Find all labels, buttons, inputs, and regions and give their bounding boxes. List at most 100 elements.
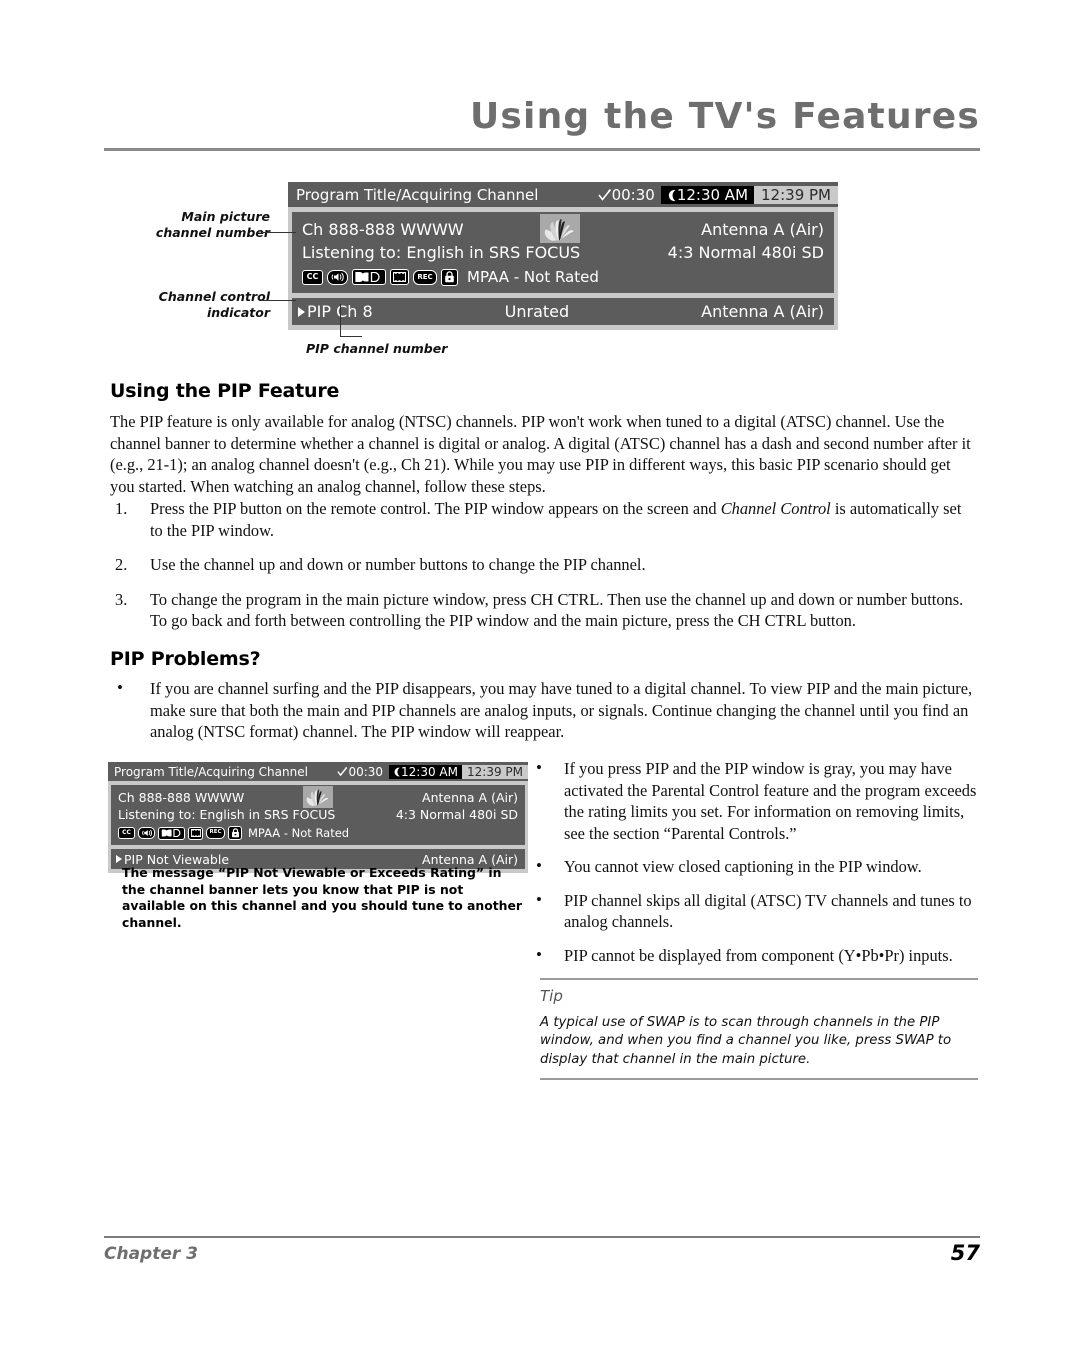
main-source: Antenna A (Air) xyxy=(422,790,518,805)
step-text-pre: To change the program in the main pictur… xyxy=(150,589,964,631)
banner-row-audio: Listening to: English in SRS FOCUS 4:3 N… xyxy=(292,241,834,264)
channel-banner-bottom: Program Title/Acquiring Channel 00:30 12… xyxy=(108,762,528,873)
tip-label: Tip xyxy=(540,986,563,1005)
pip-source: Antenna A (Air) xyxy=(701,302,824,321)
footer-page-number: 57 xyxy=(950,1241,980,1265)
callout-main-channel: Main picture channel number xyxy=(150,209,270,242)
step-number: 3. xyxy=(115,589,128,609)
channel-control-indicator-icon xyxy=(116,855,122,863)
problems-bullet-list-left: • If you are channel surfing and the PIP … xyxy=(110,678,978,756)
list-item-bullet: • You cannot view closed captioning in th… xyxy=(534,856,980,878)
audio-info: Listening to: English in SRS FOCUS xyxy=(302,243,581,262)
timer-clock-box: 12:30 AM xyxy=(660,185,755,204)
sleep-timer-value: 00:30 xyxy=(611,185,655,204)
bullet-marker: • xyxy=(117,678,123,697)
video-format: 4:3 Normal 480i SD xyxy=(395,807,518,822)
bullet-text: PIP channel skips all digital (ATSC) TV … xyxy=(564,890,972,932)
program-title: Program Title/Acquiring Channel xyxy=(296,185,539,204)
film-frame-icon xyxy=(390,269,409,285)
list-item-step-1: 1. Press the PIP button on the remote con… xyxy=(110,498,978,541)
callout-pip-channel-label: PIP channel number xyxy=(306,341,448,356)
timer-clock-value: 12:30 AM xyxy=(401,764,458,779)
banner-row-audio: Listening to: English in SRS FOCUS 4:3 N… xyxy=(111,806,525,823)
film-frame-icon xyxy=(188,826,203,840)
heading-pip-problems: PIP Problems? xyxy=(110,648,261,670)
audio-info: Listening to: English in SRS FOCUS xyxy=(118,807,336,822)
channel-control-indicator-icon xyxy=(298,306,305,317)
leader-line-pip-horizontal xyxy=(340,336,362,338)
audio-icon xyxy=(327,269,348,285)
page-title: Using the TV's Features xyxy=(470,96,980,137)
rec-icon: REC xyxy=(413,269,437,285)
bullet-marker: • xyxy=(536,889,542,909)
sleep-check-icon xyxy=(337,766,348,776)
banner-icon-row: CC REC MPAA - Not Rated xyxy=(292,268,834,286)
banner-main-block: Ch 888-888 WWWW Antenna A (Air) Listenin… xyxy=(292,212,834,293)
bullet-text: PIP cannot be displayed from component (… xyxy=(564,945,953,965)
tip-divider-bottom xyxy=(540,1078,978,1080)
banner-bottom-caption: The message “PIP Not Viewable or Exceeds… xyxy=(122,865,522,930)
sleep-timer-value: 00:30 xyxy=(348,764,384,779)
leader-line-main-channel xyxy=(262,232,296,234)
banner-icon-row: CC REC MPAA - Not Rated xyxy=(111,826,525,840)
sleep-timer-group: 00:30 xyxy=(597,185,661,204)
peacock-logo xyxy=(540,214,580,243)
list-item-bullet: • If you are channel surfing and the PIP … xyxy=(110,678,978,743)
step-text-em: Channel Control xyxy=(720,499,831,518)
pip-rating: Unrated xyxy=(504,302,570,321)
rec-icon: REC xyxy=(206,827,225,839)
banner-header-strip: Program Title/Acquiring Channel 00:30 12… xyxy=(288,182,838,207)
step-number: 1. xyxy=(115,499,128,518)
footer-divider xyxy=(104,1236,980,1238)
program-title: Program Title/Acquiring Channel xyxy=(114,764,308,779)
current-clock: 12:39 PM xyxy=(754,185,838,204)
tip-text: A typical use of SWAP is to scan through… xyxy=(540,1014,952,1067)
dolby-digital-icon xyxy=(352,269,386,285)
lock-icon xyxy=(228,826,242,840)
banner-pip-strip: PIP Ch 8 Unrated Antenna A (Air) xyxy=(292,298,834,325)
problems-bullet-list-right: • If you press PIP and the PIP window is … xyxy=(534,758,980,978)
steps-list: 1. Press the PIP button on the remote con… xyxy=(110,498,978,645)
list-item-bullet: • PIP cannot be displayed from component … xyxy=(534,945,980,967)
step-text-pre: Use the channel up and down or number bu… xyxy=(150,555,646,574)
sleep-check-icon xyxy=(597,188,611,201)
manual-page: Using the TV's Features Program Title/Ac… xyxy=(0,0,1080,1367)
bullet-marker: • xyxy=(536,944,542,964)
moon-icon xyxy=(668,189,676,201)
moon-icon xyxy=(394,767,400,776)
callout-main-channel-label: Main picture channel number xyxy=(155,209,270,241)
audio-icon xyxy=(138,827,155,839)
rating-text: MPAA - Not Rated xyxy=(467,268,599,286)
dolby-digital-icon xyxy=(158,826,185,840)
cc-icon: CC xyxy=(302,269,323,285)
timer-clock-box: 12:30 AM xyxy=(389,764,462,779)
list-item-step-3: 3. To change the program in the main pict… xyxy=(110,589,978,632)
lock-icon xyxy=(441,268,458,286)
tip-box: Tip A typical use of SWAP is to scan thr… xyxy=(540,978,978,1080)
list-item-bullet: • If you press PIP and the PIP window is … xyxy=(534,758,980,844)
step-text-pre: Press the PIP button on the remote contr… xyxy=(150,499,721,518)
bullet-text: If you are channel surfing and the PIP d… xyxy=(150,679,973,741)
leader-line-pip-vertical xyxy=(340,304,342,336)
cc-icon: CC xyxy=(118,827,135,839)
list-item-bullet: • PIP channel skips all digital (ATSC) TV… xyxy=(534,890,980,933)
paragraph-pip-intro: The PIP feature is only available for an… xyxy=(110,412,971,496)
banner-main-block: Ch 888-888 WWWW Antenna A (Air) Listenin… xyxy=(111,785,525,845)
title-divider xyxy=(104,148,980,151)
callout-pip-channel: PIP channel number xyxy=(306,341,506,357)
bullet-text: If you press PIP and the PIP window is g… xyxy=(564,759,977,843)
channel-banner-top: Program Title/Acquiring Channel 00:30 12… xyxy=(288,182,838,330)
peacock-logo xyxy=(303,786,333,808)
main-channel-number: Ch 888-888 WWWW xyxy=(118,790,245,805)
step-number: 2. xyxy=(115,555,128,574)
current-clock: 12:39 PM xyxy=(462,764,528,779)
callout-channel-control-label: Channel control indicator xyxy=(158,289,270,321)
sleep-timer-group: 00:30 xyxy=(337,765,389,779)
main-channel-number: Ch 888-888 WWWW xyxy=(302,220,464,239)
callout-channel-control: Channel control indicator xyxy=(142,289,270,322)
list-item-step-2: 2. Use the channel up and down or number … xyxy=(110,554,978,576)
timer-clock-value: 12:30 AM xyxy=(676,185,749,204)
pip-channel-group: PIP Ch 8 xyxy=(292,302,373,321)
bullet-marker: • xyxy=(536,758,542,777)
leader-line-channel-control xyxy=(262,300,296,302)
